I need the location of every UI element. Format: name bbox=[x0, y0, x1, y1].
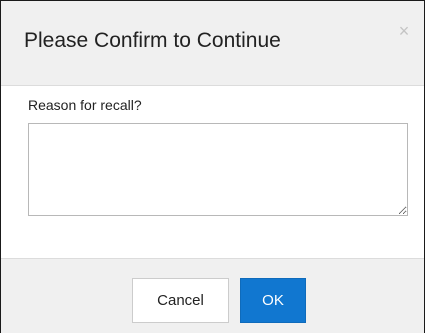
dialog-title: Please Confirm to Continue bbox=[24, 29, 281, 52]
ok-button[interactable]: OK bbox=[240, 278, 306, 323]
dialog-header: Please Confirm to Continue × bbox=[1, 1, 424, 86]
confirm-dialog: Please Confirm to Continue × Reason for … bbox=[0, 0, 425, 333]
close-icon[interactable]: × bbox=[394, 21, 414, 41]
dialog-footer: Cancel OK bbox=[1, 258, 424, 333]
cancel-button[interactable]: Cancel bbox=[132, 278, 229, 323]
reason-textarea[interactable] bbox=[28, 123, 408, 216]
reason-label: Reason for recall? bbox=[28, 97, 142, 113]
